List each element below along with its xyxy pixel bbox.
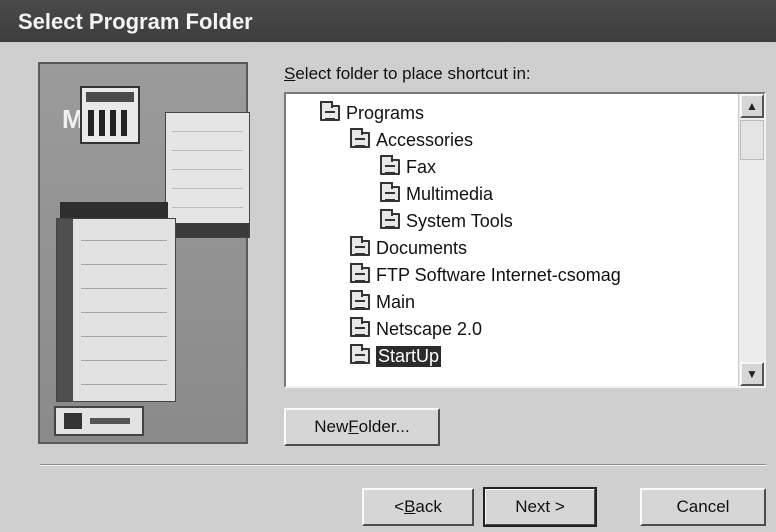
tree-item-label: Programs [346, 102, 425, 123]
tree-item[interactable]: StartUp [350, 343, 442, 369]
tree-item-label: Documents [376, 237, 468, 258]
tree-item[interactable]: System Tools [380, 208, 513, 234]
scroll-thumb[interactable] [740, 120, 764, 160]
tree-item-label: Fax [406, 156, 437, 177]
folder-icon [320, 101, 340, 121]
illustration-submenu [165, 112, 250, 238]
wizard-illustration: M [38, 62, 250, 444]
tree-item-label: FTP Software Internet-csomag [376, 264, 621, 285]
folder-icon [350, 317, 370, 337]
folder-icon [380, 182, 400, 202]
folder-icon [350, 290, 370, 310]
illustration-start-button [54, 406, 144, 436]
new-folder-button[interactable]: New Folder... [284, 408, 440, 446]
tree-item[interactable]: Documents [350, 235, 467, 261]
tree-item[interactable]: Programs [320, 100, 424, 126]
tree-item-label: System Tools [406, 210, 513, 231]
tree-item[interactable]: Main [350, 289, 415, 315]
scroll-up-button[interactable]: ▲ [740, 94, 764, 118]
tree-item-label: Accessories [376, 129, 474, 150]
arrow-down-icon: ▼ [746, 367, 758, 381]
arrow-up-icon: ▲ [746, 99, 758, 113]
footer-separator [40, 464, 766, 466]
scroll-down-button[interactable]: ▼ [740, 362, 764, 386]
folder-icon [350, 128, 370, 148]
tree-item-label: Main [376, 291, 416, 312]
tree-item[interactable]: FTP Software Internet-csomag [350, 262, 621, 288]
dialog-title: Select Program Folder [0, 0, 776, 42]
tree-item[interactable]: Multimedia [380, 181, 493, 207]
folder-icon [350, 344, 370, 364]
tree-item-label: Netscape 2.0 [376, 318, 483, 339]
tree-item[interactable]: Netscape 2.0 [350, 316, 482, 342]
next-button[interactable]: Next > [483, 487, 597, 527]
tree-item[interactable]: Fax [380, 154, 436, 180]
cancel-button[interactable]: Cancel [640, 488, 766, 526]
illustration-calculator-icon [80, 86, 140, 144]
illustration-menu-highlight [60, 202, 168, 218]
folder-icon [380, 155, 400, 175]
program-folder-tree[interactable]: Programs Accessories Fax Multimedia System T… [284, 92, 766, 388]
tree-item[interactable]: Accessories [350, 127, 473, 153]
tree-item-label: Multimedia [406, 183, 494, 204]
back-button[interactable]: < Back [362, 488, 474, 526]
folder-icon [380, 209, 400, 229]
tree-scrollbar[interactable]: ▲ ▼ [738, 94, 764, 386]
illustration-start-menu [56, 218, 176, 402]
select-program-folder-dialog: Select Program Folder M Select folder to… [0, 0, 776, 532]
tree-item-label: StartUp [376, 345, 442, 367]
folder-icon [350, 263, 370, 283]
folder-prompt-label: Select folder to place shortcut in: [284, 64, 531, 83]
folder-icon [350, 236, 370, 256]
